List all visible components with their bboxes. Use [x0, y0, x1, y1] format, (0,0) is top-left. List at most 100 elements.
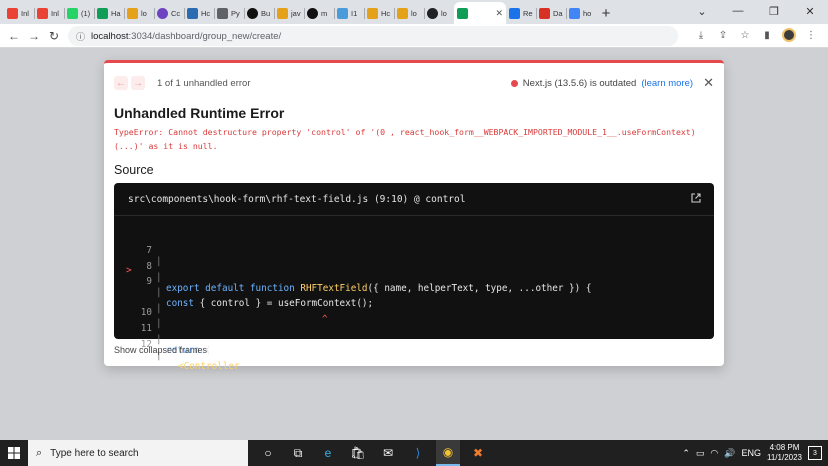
code-line: 8 | export default function RHFTextField…	[114, 239, 714, 294]
browser-tab[interactable]: Hc	[184, 2, 214, 24]
browser-tab[interactable]: Inl	[4, 2, 34, 24]
tab-title: (1)	[81, 8, 91, 18]
wifi-icon[interactable]: ◠	[710, 448, 718, 459]
tab-title: Cc	[171, 8, 181, 18]
learn-more-link[interactable]: (learn more)	[641, 78, 693, 89]
browser-tab[interactable]: jav	[274, 2, 304, 24]
windows-logo-icon	[8, 447, 20, 459]
tab-title: Inl	[21, 8, 29, 18]
source-file-link[interactable]: src\components\hook-form\rhf-text-field.…	[128, 194, 465, 205]
tab-title: lo	[411, 8, 417, 18]
browser-tab[interactable]: lo	[424, 2, 454, 24]
browser-tab[interactable]: Re	[506, 2, 536, 24]
close-window-button[interactable]: ✕	[792, 5, 828, 18]
edge-icon[interactable]: e	[316, 440, 340, 466]
browser-tab[interactable]: Bu	[244, 2, 274, 24]
site-info-icon[interactable]: ⓘ	[76, 30, 85, 43]
whatsapp-icon	[67, 7, 78, 19]
browser-tab[interactable]: Inl	[34, 2, 64, 24]
doc-icon	[217, 7, 228, 19]
xampp-icon[interactable]: ✖	[466, 440, 490, 466]
browser-tab[interactable]: ho	[566, 2, 596, 24]
code-line-highlighted: > 9 | const { control } = useFormContext…	[114, 254, 714, 309]
dg-icon	[187, 7, 198, 19]
close-tab-icon[interactable]: ✕	[495, 8, 503, 19]
url-text: localhost:3034/dashboard/group_new/creat…	[91, 31, 281, 42]
d-icon	[539, 7, 550, 19]
browser-tab[interactable]: m	[304, 2, 334, 24]
show-collapsed-frames-button[interactable]: Show collapsed frames	[114, 345, 207, 355]
url-path: :3034/dashboard/group_new/create/	[128, 30, 282, 42]
code-line: 7 |	[114, 223, 714, 267]
url-field[interactable]: ⓘ localhost:3034/dashboard/group_new/cre…	[68, 26, 678, 46]
tab-title: Hc	[201, 8, 211, 18]
prev-error-button[interactable]: ←	[114, 76, 128, 90]
bookmark-star-icon[interactable]: ☆	[738, 30, 752, 41]
restore-button[interactable]: ❐	[756, 5, 792, 18]
tab-title: Inl	[51, 8, 59, 18]
new-tab-button[interactable]: +	[596, 2, 616, 24]
tab-title: jav	[291, 8, 301, 18]
taskbar-search[interactable]: ⌕ Type here to search	[28, 440, 248, 466]
menu-icon[interactable]: ⋮	[804, 30, 818, 41]
browser-tab[interactable]: Cc	[154, 2, 184, 24]
github-icon	[307, 7, 318, 19]
forward-button[interactable]: →	[24, 29, 44, 43]
flag-icon	[509, 7, 520, 19]
status-dot-icon	[510, 79, 518, 87]
sidebar-icon[interactable]: ▮	[760, 30, 774, 41]
code-divider	[114, 215, 714, 216]
search-icon: ⌕	[36, 446, 43, 459]
gmail-icon	[7, 7, 18, 19]
tab-title: Py	[231, 8, 240, 18]
notification-center-icon[interactable]: 3	[808, 446, 822, 460]
network-icon[interactable]: ▭	[696, 448, 705, 459]
reload-button[interactable]: ↻	[44, 29, 64, 43]
mail-icon[interactable]: ✉	[376, 440, 400, 466]
tab-title: ho	[583, 8, 592, 18]
browser-tab[interactable]: ✕	[454, 2, 506, 24]
mui-icon	[457, 7, 468, 19]
profile-avatar[interactable]	[782, 28, 796, 42]
globe-icon	[427, 7, 438, 19]
chrome-icon[interactable]: ◉	[436, 440, 460, 466]
browser-tab[interactable]: I1	[334, 2, 364, 24]
tray-chevron-icon[interactable]: ⌃	[682, 448, 690, 459]
source-heading: Source	[114, 163, 154, 177]
taskbar-apps: ○ ⧉ e 🛍 ✉ ⟩ ◉ ✖	[256, 440, 490, 466]
language-indicator[interactable]: ENG	[741, 448, 761, 458]
volume-icon[interactable]: 🔊	[724, 448, 735, 459]
store-icon[interactable]: 🛍	[346, 440, 370, 466]
back-button[interactable]: ←	[4, 29, 24, 43]
clock[interactable]: 4:08 PM 11/1/2023	[767, 443, 802, 463]
browser-tab[interactable]: Da	[536, 2, 566, 24]
task-view-icon[interactable]: ⧉	[286, 440, 310, 466]
tab-title: lo	[441, 8, 447, 18]
browser-tab[interactable]: lo	[394, 2, 424, 24]
open-in-editor-icon[interactable]	[690, 192, 702, 204]
browser-tab[interactable]: Py	[214, 2, 244, 24]
browser-tab[interactable]: lo	[124, 2, 154, 24]
address-bar: ← → ↻ ⓘ localhost:3034/dashboard/group_n…	[0, 24, 828, 48]
search-placeholder: Type here to search	[50, 447, 139, 459]
notion-icon	[247, 7, 258, 19]
share-icon[interactable]: ⇪	[716, 30, 730, 41]
start-button[interactable]	[0, 440, 28, 466]
browser-tab[interactable]: Hc	[364, 2, 394, 24]
browser-tab[interactable]: (1)	[64, 2, 94, 24]
code-lines: 7 | 8 | export default function RHFTextF…	[114, 223, 714, 372]
vscode-icon[interactable]: ⟩	[406, 440, 430, 466]
tab-title: Bu	[261, 8, 271, 18]
tab-search-icon[interactable]: ⌄	[684, 5, 720, 18]
close-overlay-button[interactable]: ✕	[703, 75, 714, 91]
code-line: 11 | return (	[114, 301, 714, 356]
browser-tab[interactable]: Ha	[94, 2, 124, 24]
minimize-button[interactable]: —	[720, 5, 756, 17]
next-error-button[interactable]: →	[131, 76, 145, 90]
error-title: Unhandled Runtime Error	[114, 105, 285, 121]
install-icon[interactable]: ⤓	[694, 30, 708, 41]
bucket-icon	[367, 7, 378, 19]
window-controls: ⌄ — ❐ ✕	[684, 0, 828, 22]
error-count: 1 of 1 unhandled error	[157, 77, 251, 89]
cortana-icon[interactable]: ○	[256, 440, 280, 466]
